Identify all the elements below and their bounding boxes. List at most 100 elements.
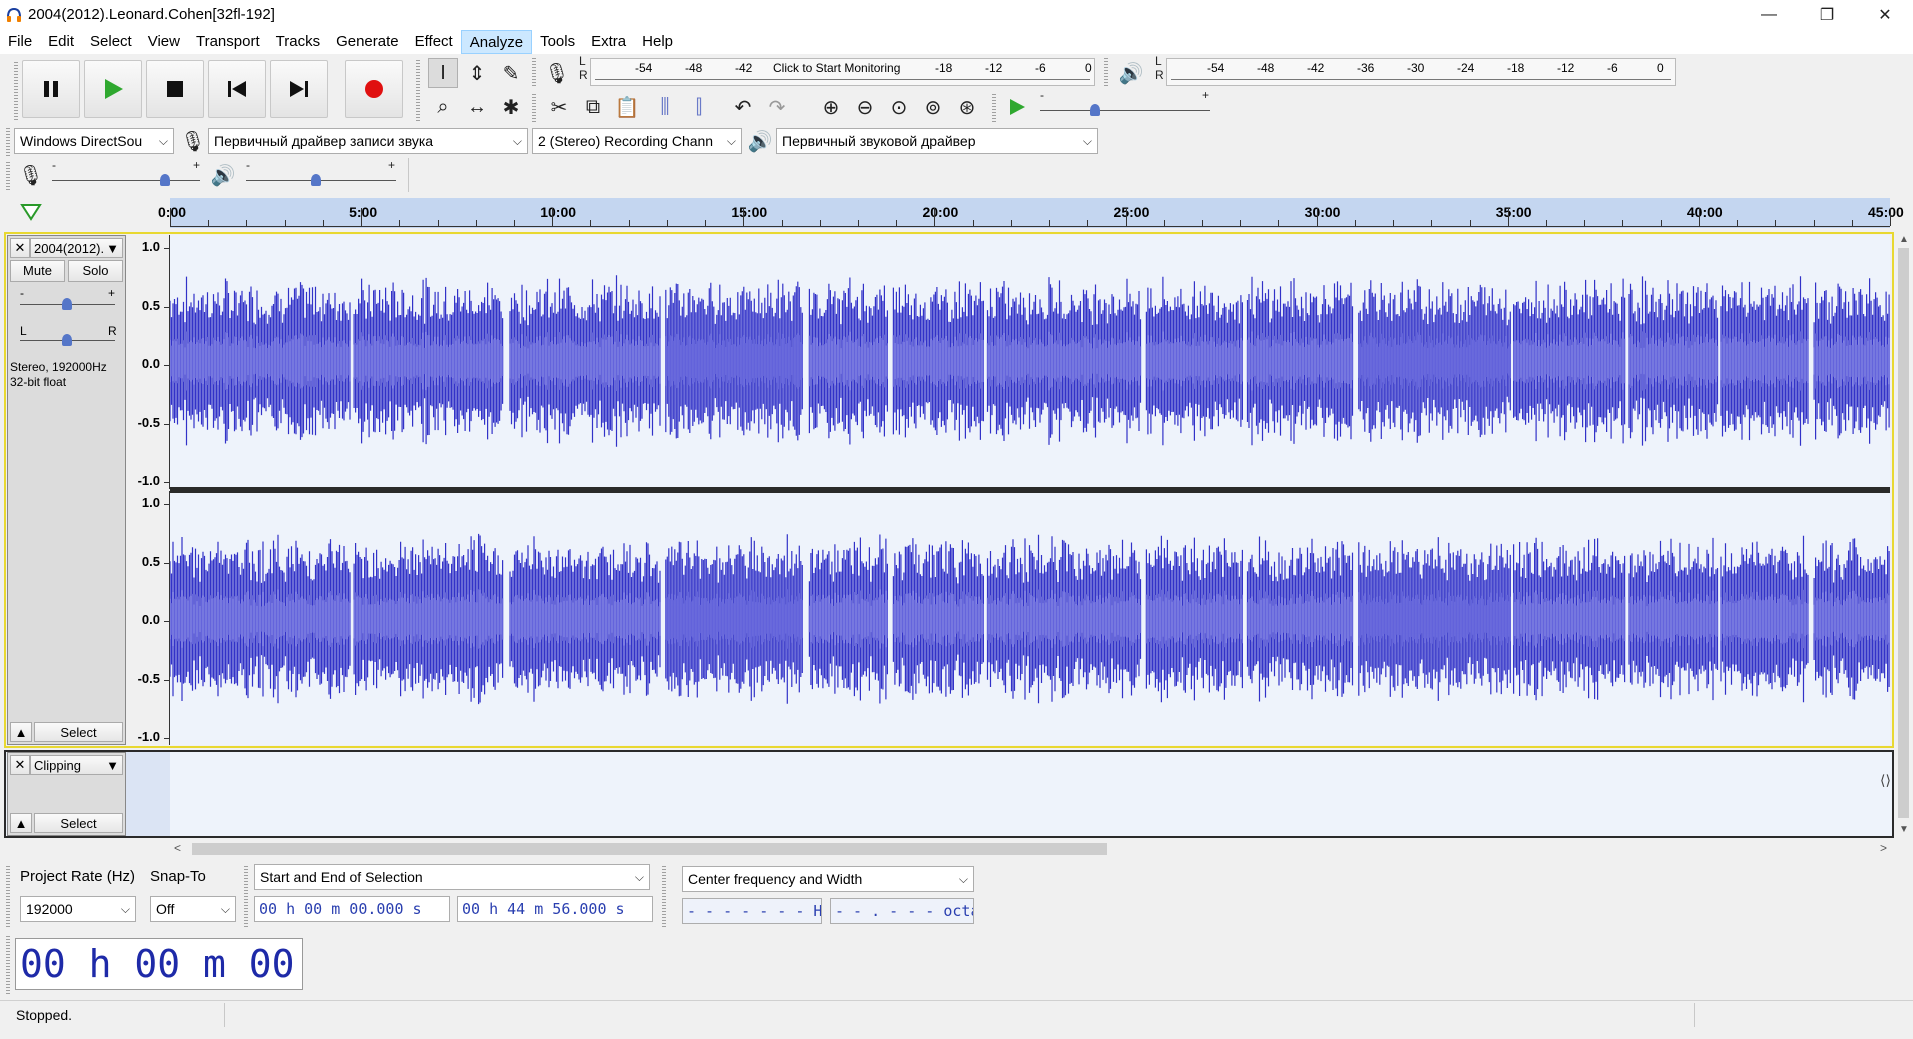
recording-meter[interactable]: -54 -48 -42 Click to Start Monitoring -18 -12… <box>590 58 1095 86</box>
menu-generate[interactable]: Generate <box>328 30 407 54</box>
channels-select[interactable]: 2 (Stereo) Recording Chann ⌵ <box>532 128 742 154</box>
play-at-speed-button[interactable] <box>1002 92 1032 122</box>
vertical-ruler-right[interactable]: 1.0 0.5 0.0 -0.5 -1.0 <box>126 491 170 745</box>
speed-slider-thumb[interactable] <box>1090 104 1100 116</box>
gain-slider-thumb[interactable] <box>62 298 72 310</box>
menu-effect[interactable]: Effect <box>407 30 461 54</box>
selection-end-time[interactable]: 00 h 44 m 56.000 s <box>457 896 653 922</box>
skip-to-start-button[interactable] <box>208 60 266 118</box>
toolbar-grip[interactable] <box>416 58 420 122</box>
close-window-button[interactable]: ✕ <box>1856 0 1913 30</box>
label-marker-icon[interactable]: ⟨⟩ <box>1880 772 1891 789</box>
pause-button[interactable] <box>22 60 80 118</box>
toolbar-grip[interactable] <box>244 864 248 928</box>
multi-tool[interactable]: ✱ <box>496 92 526 122</box>
scroll-up-icon[interactable]: ▲ <box>1899 234 1909 245</box>
scroll-right-icon[interactable]: > <box>1880 841 1887 855</box>
record-button[interactable] <box>345 60 403 118</box>
label-track-name-menu[interactable]: Clipping ▼ <box>30 755 123 775</box>
menu-select[interactable]: Select <box>82 30 140 54</box>
trim-button[interactable]: ⫼ <box>650 92 680 122</box>
menu-tools[interactable]: Tools <box>532 30 583 54</box>
zoom-tool[interactable]: ⌕ <box>428 92 458 122</box>
toolbar-grip[interactable] <box>14 60 18 122</box>
rec-volume-thumb[interactable] <box>160 174 170 186</box>
host-select[interactable]: Windows DirectSou ⌵ <box>14 128 174 154</box>
horizontal-scroll-thumb[interactable] <box>192 843 1107 855</box>
play-meter-button[interactable]: 🔊 <box>1116 58 1146 88</box>
menu-edit[interactable]: Edit <box>40 30 82 54</box>
draw-tool[interactable]: ✎ <box>496 58 526 88</box>
close-track-button[interactable]: ✕ <box>10 238 30 258</box>
solo-button[interactable]: Solo <box>68 260 123 282</box>
bandwidth-field[interactable]: - - . - - - octaves <box>830 898 974 924</box>
silence-button[interactable]: ⫿ <box>684 92 714 122</box>
timeline-ruler[interactable]: 0:00 5:00 10:00 15:00 20:00 25:00 30:00 35:00 40… <box>0 196 1913 230</box>
fit-project-button[interactable]: ⊚ <box>918 92 948 122</box>
spectral-mode-select[interactable]: Center frequency and Width ⌵ <box>682 866 974 892</box>
close-track-button[interactable]: ✕ <box>10 755 30 775</box>
time-shift-tool[interactable]: ↔ <box>462 92 492 122</box>
menu-transport[interactable]: Transport <box>188 30 268 54</box>
toolbar-grip[interactable] <box>992 92 996 122</box>
scroll-left-icon[interactable]: < <box>174 841 181 855</box>
vertical-scroll-thumb[interactable] <box>1898 248 1909 818</box>
toolbar-grip[interactable] <box>532 56 536 88</box>
toolbar-grip[interactable] <box>1104 56 1108 88</box>
minimize-button[interactable]: — <box>1740 0 1798 30</box>
paste-button[interactable]: 📋 <box>612 92 642 122</box>
label-track-control-panel[interactable]: ✕ Clipping ▼ ▲ Select <box>7 752 126 836</box>
playback-meter[interactable]: -54 -48 -42 -36 -30 -24 -18 -12 -6 0 <box>1166 58 1676 86</box>
zoom-in-icon: ⊕ <box>822 96 840 119</box>
toolbar-grip[interactable] <box>662 864 666 928</box>
toolbar-grip[interactable] <box>6 126 10 156</box>
copy-button[interactable]: ⧉ <box>578 92 608 122</box>
selection-tool[interactable]: I <box>428 58 458 88</box>
selection-start-time[interactable]: 00 h 00 m 00.000 s <box>254 896 450 922</box>
select-track-button[interactable]: Select <box>34 722 123 742</box>
skip-to-end-button[interactable] <box>270 60 328 118</box>
restore-button[interactable]: ❐ <box>1798 0 1856 30</box>
envelope-tool[interactable]: ⇕ <box>462 58 492 88</box>
vertical-scrollbar[interactable]: ▲ ▼ <box>1894 232 1913 840</box>
scroll-down-icon[interactable]: ▼ <box>1899 824 1909 835</box>
audio-position-time[interactable]: 00 h 00 m 00 s <box>15 938 303 1036</box>
mute-button[interactable]: Mute <box>10 260 65 282</box>
audio-track-control-panel[interactable]: ✕ 2004(2012). ▼ Mute Solo - + L R Stereo,… <box>7 235 126 745</box>
menu-view[interactable]: View <box>140 30 188 54</box>
project-rate-select[interactable]: 192000 ⌵ <box>20 896 136 922</box>
snap-to-select[interactable]: Off ⌵ <box>150 896 236 922</box>
playback-device-select[interactable]: Первичный звуковой драйвер ⌵ <box>776 128 1098 154</box>
vertical-ruler-left[interactable]: 1.0 0.5 0.0 -0.5 -1.0 <box>126 235 170 489</box>
toolbar-grip[interactable] <box>6 864 10 928</box>
track-name-menu[interactable]: 2004(2012). ▼ <box>30 238 123 258</box>
collapse-track-button[interactable]: ▲ <box>10 722 32 742</box>
pan-slider-thumb[interactable] <box>62 334 72 346</box>
fit-selection-button[interactable]: ⊙ <box>884 92 914 122</box>
cut-button[interactable]: ✂ <box>544 92 574 122</box>
toolbar-grip[interactable] <box>532 92 536 122</box>
menu-extra[interactable]: Extra <box>583 30 634 54</box>
redo-button[interactable]: ↷ <box>762 92 792 122</box>
undo-button[interactable]: ↶ <box>728 92 758 122</box>
select-label-track-button[interactable]: Select <box>34 813 123 833</box>
project-rate-label: Project Rate (Hz) <box>20 868 136 885</box>
recording-device-select[interactable]: Первичный драйвер записи звука ⌵ <box>208 128 528 154</box>
menu-analyze[interactable]: Analyze <box>460 30 533 54</box>
selection-mode-select[interactable]: Start and End of Selection ⌵ <box>254 864 650 890</box>
play-button[interactable] <box>84 60 142 118</box>
menu-help[interactable]: Help <box>634 30 681 54</box>
record-meter-button[interactable]: 🎙 <box>542 58 572 88</box>
play-volume-thumb[interactable] <box>311 174 321 186</box>
menu-file[interactable]: File <box>0 30 40 54</box>
zoom-out-button[interactable]: ⊖ <box>850 92 880 122</box>
center-frequency-field[interactable]: - - - - - - - Hz <box>682 898 822 924</box>
menu-tracks[interactable]: Tracks <box>268 30 328 54</box>
collapse-track-button[interactable]: ▲ <box>10 813 32 833</box>
stop-button[interactable] <box>146 60 204 118</box>
zoom-toggle-button[interactable]: ⊛ <box>952 92 982 122</box>
horizontal-scrollbar[interactable]: < > <box>170 840 1894 858</box>
zoom-in-button[interactable]: ⊕ <box>816 92 846 122</box>
toolbar-grip[interactable] <box>6 160 10 190</box>
toolbar-grip[interactable] <box>6 934 10 994</box>
